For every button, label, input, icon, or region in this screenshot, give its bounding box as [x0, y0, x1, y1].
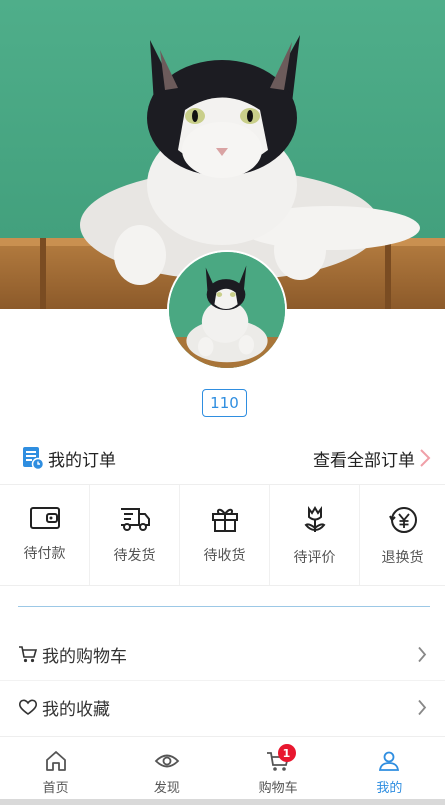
order-status-label: 待发货	[113, 548, 156, 564]
user-icon	[379, 751, 400, 771]
menu-item-favorites[interactable]: 我的收藏	[0, 681, 445, 733]
flower-icon	[304, 506, 325, 532]
chevron-right-icon	[418, 699, 427, 716]
user-id-badge: 110	[202, 389, 247, 417]
chevron-right-icon	[418, 646, 427, 663]
order-status-pending-payment[interactable]: 待付款	[0, 485, 90, 585]
menu-item-cart[interactable]: 我的购物车	[0, 628, 445, 680]
order-status-label: 待评价	[293, 550, 336, 566]
tab-label: 购物车	[258, 781, 298, 796]
order-status-label: 退换货	[381, 550, 424, 566]
tab-label: 首页	[42, 781, 69, 796]
avatar-cat-photo	[169, 252, 285, 368]
bottom-tab-bar: 首页 发现 1 购物车 我的	[0, 736, 445, 805]
order-status-label: 待收货	[203, 548, 246, 564]
order-status-pending-review[interactable]: 待评价	[270, 485, 360, 585]
chevron-right-icon	[420, 449, 431, 467]
orders-title-group: 我的订单	[22, 446, 116, 471]
refund-yen-icon	[388, 507, 417, 533]
section-divider	[18, 606, 430, 607]
bottom-edge	[0, 799, 445, 805]
order-status-grid: 待付款 待发货 待收货 待评价 退换货	[0, 484, 445, 586]
tab-cart[interactable]: 1 购物车	[223, 737, 334, 805]
menu-item-label: 我的购物车	[42, 646, 127, 667]
tab-mine[interactable]: 我的	[334, 737, 445, 805]
home-icon	[45, 751, 66, 771]
orders-header: 我的订单 查看全部订单	[0, 436, 445, 480]
tab-label: 我的	[376, 781, 403, 796]
tab-home[interactable]: 首页	[0, 737, 111, 805]
eye-icon	[154, 754, 180, 768]
wallet-icon	[29, 507, 60, 529]
cart-icon	[19, 646, 38, 663]
delivery-truck-icon	[120, 508, 150, 531]
view-all-orders-link[interactable]: 查看全部订单	[313, 446, 431, 471]
tab-discover[interactable]: 发现	[111, 737, 222, 805]
orders-title: 我的订单	[48, 450, 116, 471]
view-all-orders-label: 查看全部订单	[313, 450, 415, 471]
tab-label: 发现	[153, 781, 180, 796]
order-status-returns[interactable]: 退换货	[360, 485, 445, 585]
order-status-pending-receipt[interactable]: 待收货	[180, 485, 270, 585]
cart-count-badge: 1	[277, 744, 296, 762]
order-list-icon	[23, 447, 44, 470]
gift-box-icon	[211, 508, 238, 532]
user-id-text: 110	[210, 394, 239, 412]
order-status-pending-shipment[interactable]: 待发货	[90, 485, 180, 585]
heart-icon	[18, 699, 38, 715]
order-status-label: 待付款	[23, 546, 66, 562]
avatar[interactable]	[167, 250, 287, 370]
menu-item-label: 我的收藏	[42, 699, 110, 720]
